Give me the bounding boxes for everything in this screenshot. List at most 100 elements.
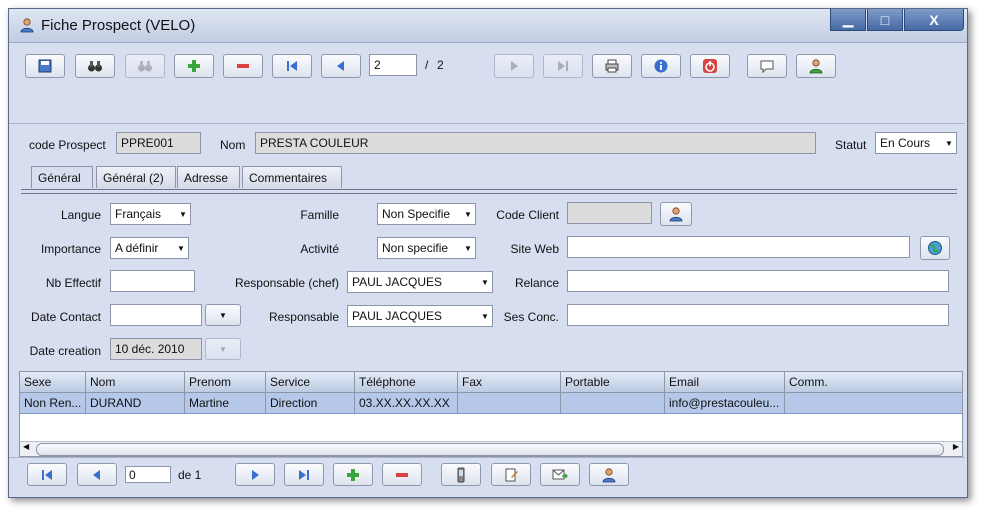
nom-label: Nom bbox=[220, 138, 246, 152]
contacts-edit-button[interactable] bbox=[491, 463, 531, 486]
responsable-select[interactable]: PAUL JACQUES ▼ bbox=[347, 305, 493, 327]
code-client-field[interactable] bbox=[567, 202, 652, 224]
chevron-down-icon: ▼ bbox=[177, 243, 185, 253]
tab-general[interactable]: Général bbox=[31, 166, 93, 188]
previous-record-button[interactable] bbox=[321, 54, 361, 78]
chevron-down-icon: ▼ bbox=[219, 344, 227, 354]
column-header-portable[interactable]: Portable bbox=[561, 372, 665, 392]
chevron-down-icon: ▼ bbox=[464, 243, 472, 253]
info-icon bbox=[654, 59, 668, 73]
first-icon bbox=[287, 61, 297, 71]
contacts-last-button[interactable] bbox=[284, 463, 324, 486]
statut-select[interactable]: En Cours ▼ bbox=[875, 132, 957, 154]
chevron-down-icon: ▼ bbox=[179, 209, 187, 219]
column-header-fax[interactable]: Fax bbox=[458, 372, 561, 392]
date-creation-picker-button[interactable]: ▼ bbox=[205, 338, 241, 360]
table-header: Sexe Nom Prenom Service Téléphone Fax Po… bbox=[20, 372, 962, 393]
user-icon bbox=[809, 59, 823, 74]
last-icon bbox=[299, 469, 309, 480]
last-record-button[interactable] bbox=[543, 54, 583, 78]
page-separator: / bbox=[425, 58, 429, 72]
activite-value: Non specifie bbox=[382, 241, 449, 255]
activite-select[interactable]: Non specifie ▼ bbox=[377, 237, 476, 259]
responsable-chef-value: PAUL JACQUES bbox=[352, 275, 443, 289]
tab-adresse[interactable]: Adresse bbox=[177, 166, 240, 188]
column-header-prenom[interactable]: Prenom bbox=[185, 372, 266, 392]
scroll-right-icon[interactable]: ▶ bbox=[953, 442, 959, 451]
contacts-user-button[interactable] bbox=[589, 463, 629, 486]
search-button[interactable] bbox=[75, 54, 115, 78]
column-header-service[interactable]: Service bbox=[266, 372, 355, 392]
contacts-page-of: de 1 bbox=[178, 468, 202, 482]
contact-button[interactable] bbox=[796, 54, 836, 78]
contacts-send-email-button[interactable] bbox=[540, 463, 580, 486]
minimize-button[interactable]: ▁ bbox=[830, 9, 866, 31]
cell-comm bbox=[785, 393, 962, 413]
open-website-button[interactable] bbox=[920, 236, 950, 260]
binoculars-icon bbox=[88, 61, 102, 72]
maximize-button[interactable]: □ bbox=[867, 9, 903, 31]
ses-conc-field[interactable] bbox=[567, 304, 949, 326]
contacts-phone-button[interactable] bbox=[441, 463, 481, 486]
relance-field[interactable] bbox=[567, 270, 949, 292]
cell-telephone: 03.XX.XX.XX.XX bbox=[355, 393, 458, 413]
site-web-field[interactable] bbox=[567, 236, 910, 258]
first-record-button[interactable] bbox=[272, 54, 312, 78]
search-next-button[interactable] bbox=[125, 54, 165, 78]
user-icon bbox=[602, 467, 616, 482]
table-row[interactable]: Non Ren... DURAND Martine Direction 03.X… bbox=[20, 393, 962, 414]
cell-sexe: Non Ren... bbox=[20, 393, 86, 413]
column-header-nom[interactable]: Nom bbox=[86, 372, 185, 392]
column-header-comm[interactable]: Comm. bbox=[785, 372, 962, 392]
user-icon bbox=[20, 18, 34, 33]
date-creation-label: Date creation bbox=[29, 344, 101, 358]
contacts-previous-button[interactable] bbox=[77, 463, 117, 486]
delete-button[interactable] bbox=[223, 54, 263, 78]
select-client-button[interactable] bbox=[660, 202, 692, 226]
contacts-next-button[interactable] bbox=[235, 463, 275, 486]
tab-general-2[interactable]: Général (2) bbox=[96, 166, 176, 188]
title-bar[interactable]: Fiche Prospect (VELO) ▁ □ X bbox=[9, 9, 967, 43]
cell-prenom: Martine bbox=[185, 393, 266, 413]
column-header-email[interactable]: Email bbox=[665, 372, 785, 392]
nb-effectif-field[interactable] bbox=[110, 270, 195, 292]
langue-select[interactable]: Français ▼ bbox=[110, 203, 191, 225]
minus-icon bbox=[237, 64, 249, 68]
contacts-first-button[interactable] bbox=[27, 463, 67, 486]
save-button[interactable] bbox=[25, 54, 65, 78]
tab-commentaires[interactable]: Commentaires bbox=[242, 166, 342, 188]
responsable-value: PAUL JACQUES bbox=[352, 309, 443, 323]
record-number-input[interactable]: 2 bbox=[369, 54, 417, 76]
close-button[interactable]: X bbox=[904, 9, 964, 31]
cell-fax bbox=[458, 393, 561, 413]
next-icon bbox=[252, 469, 259, 480]
contacts-delete-button[interactable] bbox=[382, 463, 422, 486]
power-button[interactable] bbox=[690, 54, 730, 78]
comment-button[interactable] bbox=[747, 54, 787, 78]
column-header-telephone[interactable]: Téléphone bbox=[355, 372, 458, 392]
contacts-add-button[interactable] bbox=[333, 463, 373, 486]
date-contact-field[interactable] bbox=[110, 304, 202, 326]
date-creation-field[interactable]: 10 déc. 2010 bbox=[110, 338, 202, 360]
horizontal-scrollbar[interactable]: ◀ ▶ bbox=[20, 441, 962, 456]
add-button[interactable] bbox=[174, 54, 214, 78]
relance-label: Relance bbox=[514, 276, 559, 290]
info-button[interactable] bbox=[641, 54, 681, 78]
nom-field[interactable]: PRESTA COULEUR bbox=[255, 132, 816, 154]
responsable-chef-select[interactable]: PAUL JACQUES ▼ bbox=[347, 271, 493, 293]
contacts-record-input[interactable]: 0 bbox=[125, 466, 171, 483]
nb-effectif-label: Nb Effectif bbox=[45, 276, 101, 290]
next-icon bbox=[511, 61, 518, 71]
scroll-thumb[interactable] bbox=[36, 443, 944, 456]
print-button[interactable] bbox=[592, 54, 632, 78]
code-prospect-field[interactable]: PPRE001 bbox=[116, 132, 201, 154]
code-prospect-label: code Prospect bbox=[29, 138, 106, 152]
next-record-button[interactable] bbox=[494, 54, 534, 78]
scroll-left-icon[interactable]: ◀ bbox=[23, 442, 29, 451]
column-header-sexe[interactable]: Sexe bbox=[20, 372, 86, 392]
minus-icon bbox=[396, 472, 408, 477]
famille-select[interactable]: Non Specifie ▼ bbox=[377, 203, 476, 225]
importance-select[interactable]: A définir ▼ bbox=[110, 237, 189, 259]
cell-nom: DURAND bbox=[86, 393, 185, 413]
activite-label: Activité bbox=[300, 242, 339, 256]
